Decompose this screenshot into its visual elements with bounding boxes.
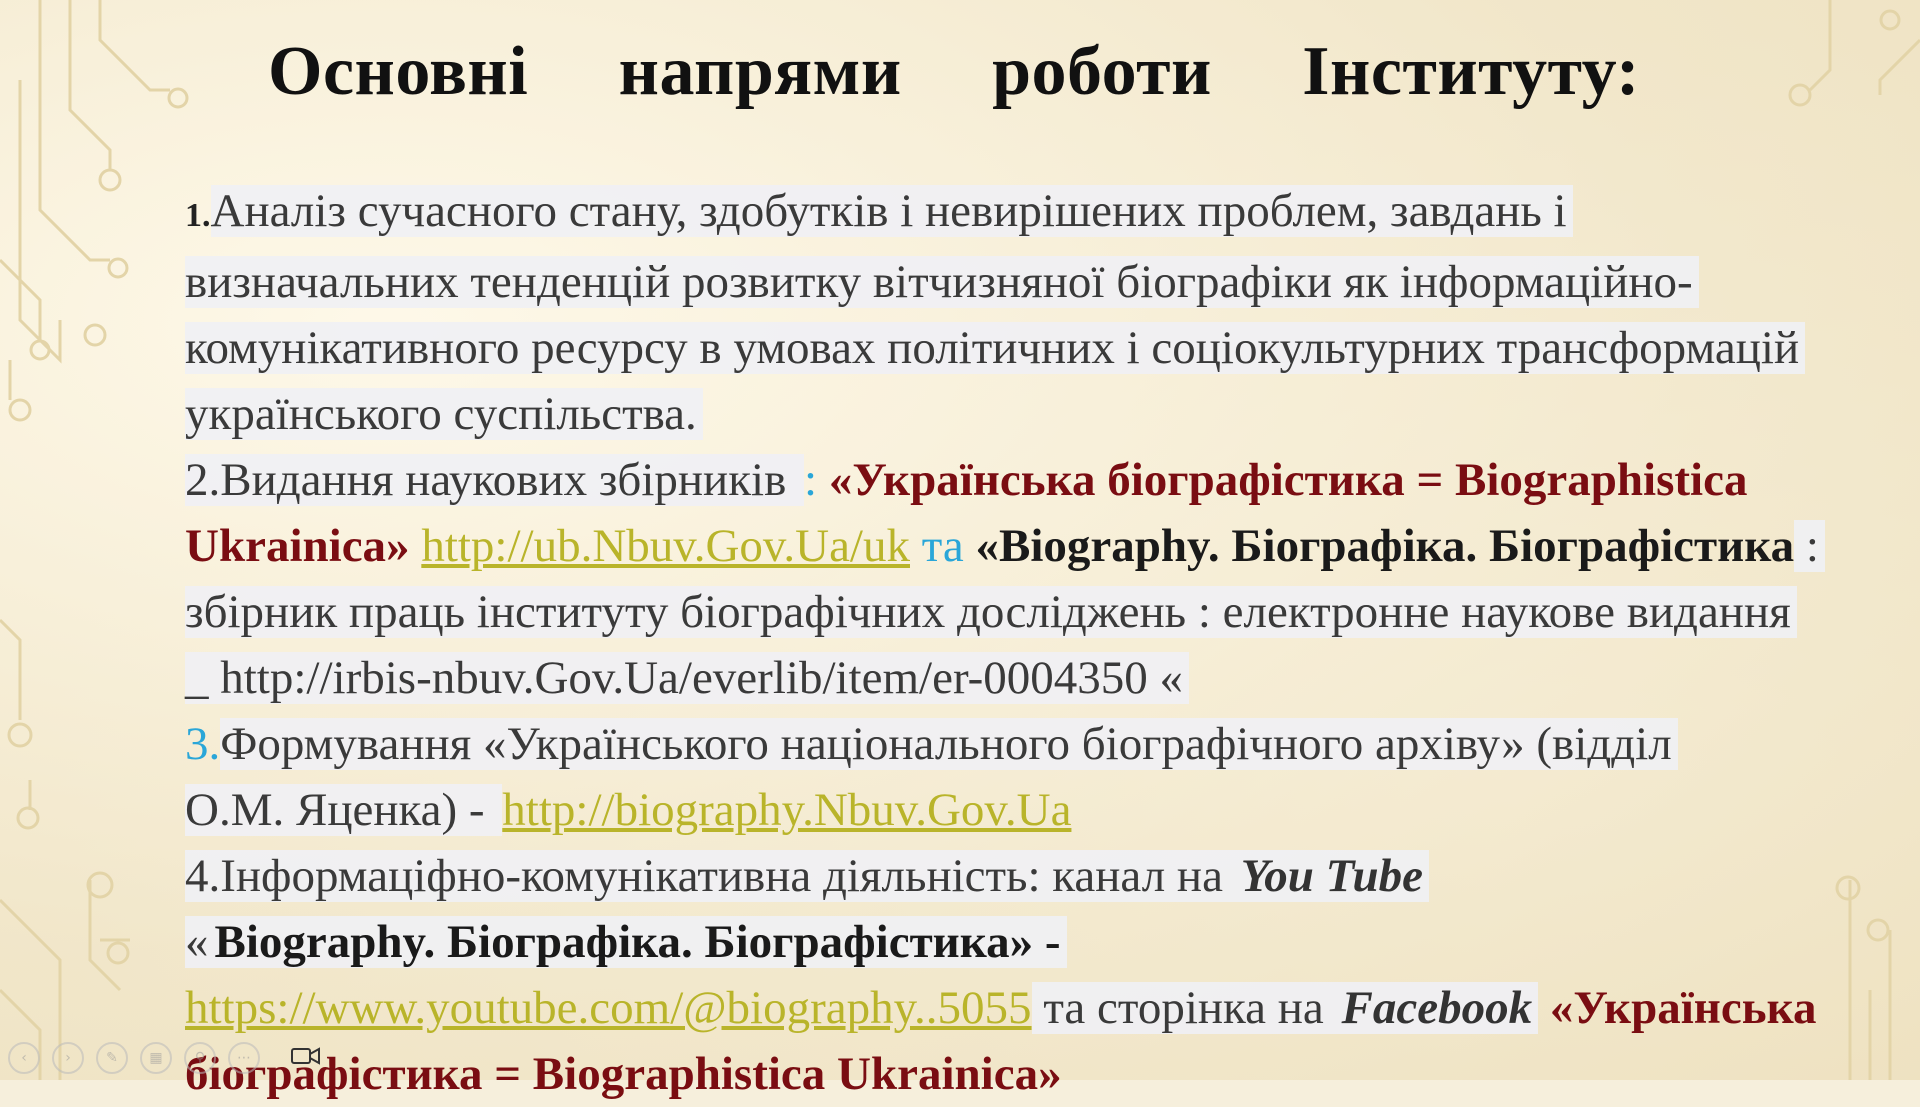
item-2-line-1: 2.Видання наукових збірників : «Українсь… (185, 447, 1865, 513)
title-word-4: Інституту: (1302, 33, 1640, 110)
item-4-line-1: 4.Інформаціфно-комунікативна діяльність:… (185, 843, 1865, 909)
title-word-1: Основні (268, 33, 529, 110)
item-2-line-4: _ http://irbis-nbuv.Gov.Ua/everlib/item/… (185, 645, 1865, 711)
item-4-line-2: «Biography. Біографіка. Біографістика» - (185, 909, 1865, 975)
youtube-channel-link[interactable]: https://www.youtube.com/@biography..5055 (185, 982, 1032, 1034)
item-4-text: 4.Інформаціфно-комунікативна діяльність:… (185, 850, 1241, 902)
pen-icon[interactable]: ✎ (96, 1042, 128, 1074)
video-icon[interactable] (288, 1043, 324, 1069)
journal-title-ukrainica: Ukrainica» (185, 520, 410, 572)
item-1-text: українського суспільства. (185, 388, 703, 440)
item-4-line-4: біографістика = Biographistica Ukrainica… (185, 1041, 1865, 1107)
slide-title: Основні напрями роботи Інституту: (268, 32, 1640, 112)
item-1-line-2: визначальних тенденцій розвитку вітчизня… (185, 249, 1865, 315)
facebook-page-title: «Українська (1538, 982, 1817, 1034)
item-1-text: Аналіз сучасного стану, здобутків і неви… (210, 185, 1573, 237)
item-4-quote-open: « (185, 916, 215, 968)
item-1-text: комунікативного ресурсу в умовах політич… (185, 322, 1806, 374)
youtube-label: You Tube (1240, 850, 1430, 902)
item-2-title2-tail: : (1794, 520, 1825, 572)
slideshow-toolbar: ‹ › ✎ ▦ ⚲ ⋯ (8, 1040, 260, 1076)
item-2-and: та (910, 520, 976, 572)
item-3-text: Формування «Українського національного б… (220, 718, 1678, 770)
journal-title-biography: «Biography. Біографіка. Біографістика (975, 520, 1795, 572)
item-1-text: визначальних тенденцій розвитку вітчизня… (185, 256, 1699, 308)
previous-icon[interactable]: ‹ (8, 1042, 40, 1074)
slides-icon[interactable]: ▦ (140, 1042, 172, 1074)
zoom-icon[interactable]: ⚲ (184, 1042, 216, 1074)
title-word-3: роботи (992, 33, 1212, 110)
item-1-line-4: українського суспільства. (185, 381, 1865, 447)
item-2-description: збірник праць інституту біографічних дос… (185, 586, 1797, 638)
item-3-line-1: 3.Формування «Українського національного… (185, 711, 1865, 777)
item-1-number: 1. (185, 197, 211, 234)
item-1-line-1: 1.Аналіз сучасного стану, здобутків і не… (185, 178, 1865, 249)
next-icon[interactable]: › (52, 1042, 84, 1074)
item-2-line-3: збірник праць інституту біографічних дос… (185, 579, 1865, 645)
item-3-text: О.М. Яценка) - (185, 784, 503, 836)
item-2-irbis-url: _ http://irbis-nbuv.Gov.Ua/everlib/item/… (185, 652, 1190, 704)
item-4-line-3: https://www.youtube.com/@biography..5055… (185, 975, 1865, 1041)
youtube-channel-name: Biography. Біографіка. Біографістика» - (214, 916, 1067, 968)
item-2-colon: : (804, 454, 818, 506)
journal-link-ub-nbuv[interactable]: http://ub.Nbuv.Gov.Ua/uk (421, 520, 910, 572)
slide-content: 1.Аналіз сучасного стану, здобутків і не… (185, 178, 1865, 1107)
journal-title-ukrainian-biographistics: «Українська біографістика = Biographisti… (817, 454, 1748, 506)
item-4-mid: та сторінка на (1031, 982, 1342, 1034)
archive-link-biography-nbuv[interactable]: http://biography.Nbuv.Gov.Ua (502, 784, 1071, 836)
more-icon[interactable]: ⋯ (228, 1042, 260, 1074)
item-2-prefix: 2.Видання наукових збірників (185, 454, 805, 506)
facebook-label: Facebook (1341, 982, 1539, 1034)
item-1-line-3: комунікативного ресурсу в умовах політич… (185, 315, 1865, 381)
item-2-line-2: Ukrainica» http://ub.Nbuv.Gov.Ua/uk та «… (185, 513, 1865, 579)
title-word-2: напрями (618, 33, 902, 110)
item-3-line-2: О.М. Яценка) - http://biography.Nbuv.Gov… (185, 777, 1865, 843)
item-3-number: 3. (185, 718, 221, 770)
